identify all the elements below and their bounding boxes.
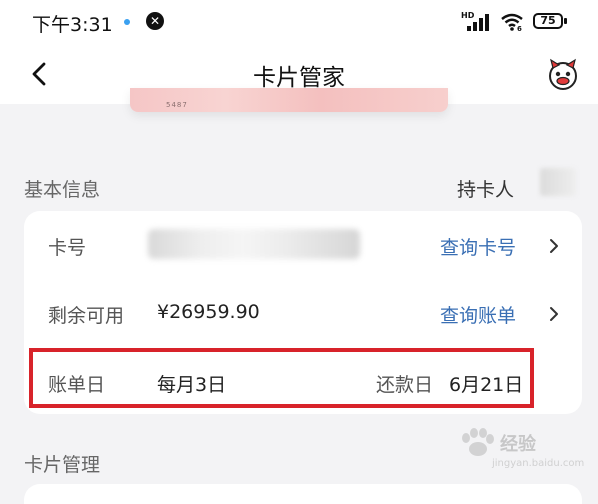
available-credit-label: 剩余可用 [48, 305, 125, 327]
card-management-title: 卡片管理 [24, 454, 101, 476]
notification-dot-icon [124, 19, 130, 25]
query-card-number-link[interactable]: 查询卡号 [440, 233, 516, 260]
battery-icon: 75 [533, 13, 563, 29]
mascot-icon[interactable] [545, 56, 581, 92]
card-number-label: 卡号 [48, 237, 87, 259]
card-digits: 5487 [166, 101, 188, 109]
wifi-6-label: 6 [517, 25, 522, 33]
chevron-right-icon[interactable] [546, 306, 562, 322]
paw-icon [462, 428, 494, 456]
app-notification-icon: ✕ [146, 12, 164, 30]
signal-icon [467, 13, 493, 31]
baidu-watermark: 经验 jingyan.baidu.com [458, 426, 592, 476]
query-bill-link[interactable]: 查询账单 [440, 301, 516, 328]
basic-info-title: 基本信息 [24, 179, 101, 201]
holder-name-masked [540, 168, 576, 196]
card-number-masked [148, 229, 360, 259]
chevron-right-icon[interactable] [546, 238, 562, 254]
status-bar: 下午3:31 ✕ HD 6 75 [0, 0, 598, 44]
watermark-text: 经验 [500, 434, 536, 455]
card-management-panel [24, 484, 582, 504]
page-title: 卡片管家 [253, 65, 345, 91]
watermark-sub: jingyan.baidu.com [492, 458, 585, 469]
status-time: 下午3:31 [32, 14, 113, 36]
available-credit-value: ¥26959.90 [157, 301, 260, 323]
battery-level: 75 [540, 14, 556, 27]
battery-tip [564, 18, 567, 24]
holder-label: 持卡人 [456, 179, 514, 201]
highlight-annotation-box [29, 348, 534, 408]
